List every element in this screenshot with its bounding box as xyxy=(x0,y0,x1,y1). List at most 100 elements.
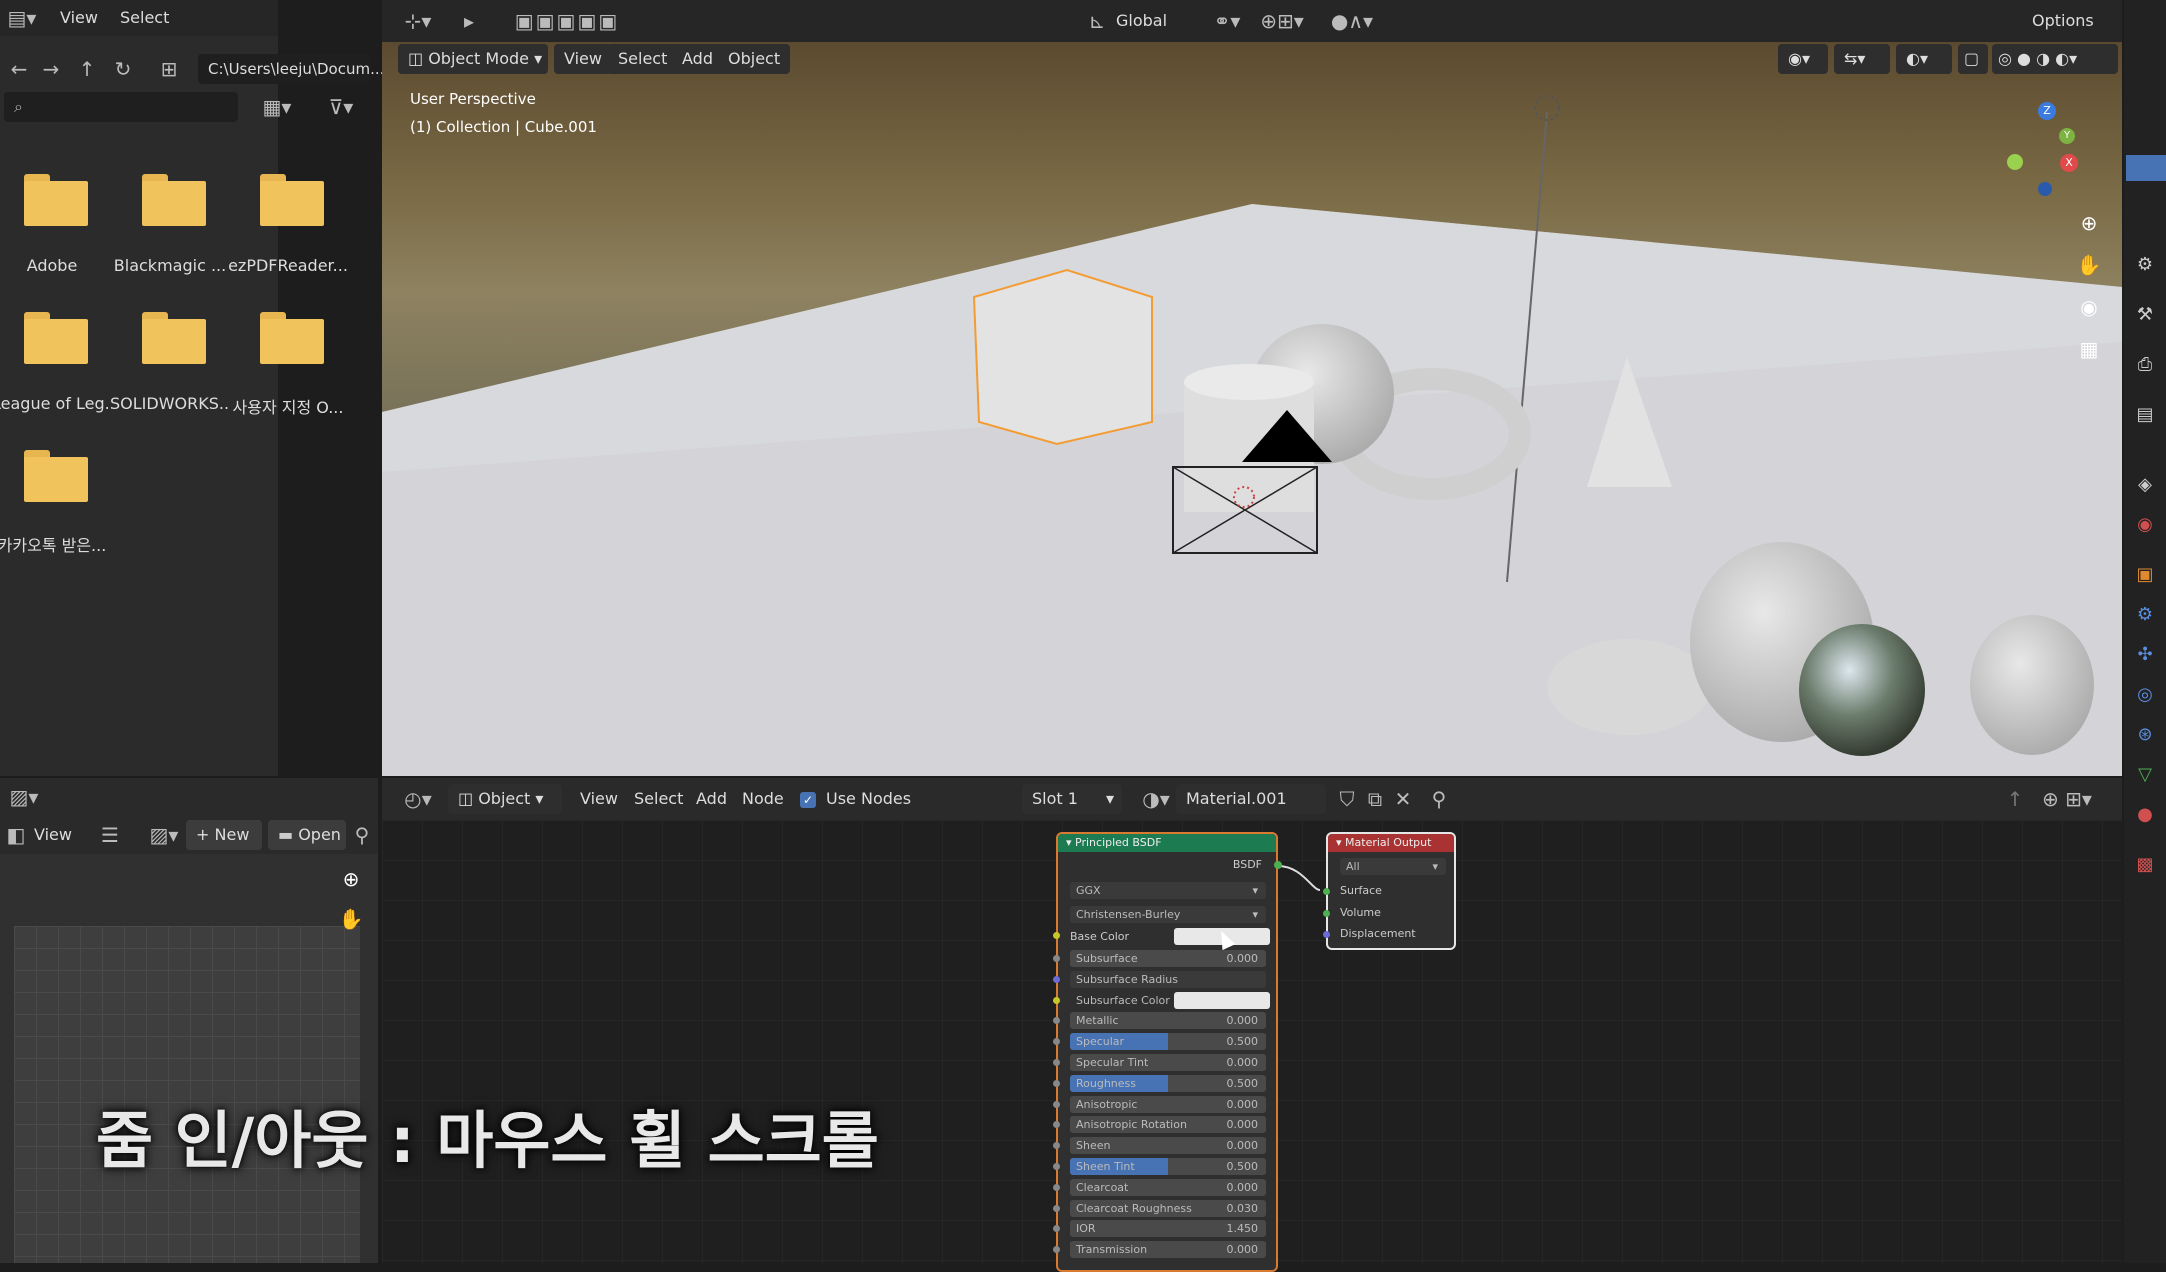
duplicate-icon[interactable]: ⧉ xyxy=(1362,784,1388,814)
bsdf-input-row[interactable]: Sheen 0.000 xyxy=(1053,1137,1266,1155)
scene-tab[interactable]: ◈ xyxy=(2130,470,2160,500)
menu-node[interactable]: Node xyxy=(742,784,784,814)
world-tab[interactable]: ◉ xyxy=(2130,510,2160,540)
menu-object[interactable]: Object xyxy=(718,44,791,74)
refresh-icon[interactable]: ↻ xyxy=(108,54,138,84)
modifier-tab[interactable]: ⚙ xyxy=(2130,600,2160,630)
bsdf-input-row[interactable]: Roughness 0.500 xyxy=(1053,1074,1266,1092)
menu-view[interactable]: View xyxy=(60,3,98,33)
pin-icon[interactable]: ⚲ xyxy=(350,820,374,850)
menu-add[interactable]: Add xyxy=(696,784,727,814)
bsdf-input-row[interactable]: Clearcoat 0.000 xyxy=(1053,1178,1266,1196)
gizmo-toggle[interactable]: ⇆▾ xyxy=(1834,44,1890,74)
editor-type-icon[interactable]: ▨▾ xyxy=(4,782,44,812)
shading-modes[interactable]: ◎ ● ◑ ◐▾ xyxy=(1992,44,2118,74)
snap-icon[interactable]: ⊕⊞▾ xyxy=(1252,6,1312,36)
bsdf-input-row[interactable]: Subsurface Color xyxy=(1053,991,1270,1009)
constraints-tab[interactable]: ⊛ xyxy=(2130,720,2160,750)
bsdf-input-row[interactable]: Subsurface Radius xyxy=(1053,970,1266,988)
distribution-dropdown[interactable]: GGX ▾ xyxy=(1070,882,1266,899)
editor-type-icon[interactable]: ◴▾ xyxy=(396,784,440,814)
folder-item[interactable]: Blackmagic ... xyxy=(110,174,230,304)
image-editor-canvas[interactable]: ⊕ ✋ xyxy=(0,854,378,1263)
new-image-button[interactable]: + New xyxy=(186,820,262,850)
folder-item[interactable]: 사용자 지정 O... xyxy=(228,312,348,442)
menu-view[interactable]: View xyxy=(34,820,72,850)
texture-tab[interactable]: ▩ xyxy=(2130,850,2160,880)
bsdf-input-row[interactable]: Sheen Tint 0.500 xyxy=(1053,1158,1266,1175)
folder-item[interactable]: Adobe xyxy=(0,174,112,304)
particles-tab[interactable]: ✣ xyxy=(2130,640,2160,670)
view-mode-icon[interactable]: ◧ xyxy=(4,820,28,850)
forward-arrow-icon[interactable]: → xyxy=(36,54,66,84)
editor-type-icon[interactable]: ⊹▾ xyxy=(398,6,438,36)
view-layer-tab[interactable]: ▤ xyxy=(2130,400,2160,430)
slot-dropdown[interactable]: Slot 1 ▾ xyxy=(1022,784,1122,814)
object-tab[interactable]: ▣ xyxy=(2130,560,2160,590)
shader-type-dropdown[interactable]: ◫ Object ▾ xyxy=(448,784,562,814)
bsdf-input-row[interactable]: Clearcoat Roughness 0.030 xyxy=(1053,1199,1266,1217)
zoom-icon[interactable]: ⊕ xyxy=(2072,208,2106,238)
menu-select[interactable]: Select xyxy=(608,44,678,74)
subsurface-method-dropdown[interactable]: Christensen-Burley ▾ xyxy=(1070,906,1266,923)
bsdf-input-row[interactable]: Specular Tint 0.000 xyxy=(1053,1054,1266,1071)
display-mode-icon[interactable]: ▦▾ xyxy=(252,92,302,122)
select-tool-icon[interactable]: ▸ xyxy=(454,6,484,36)
material-output-node[interactable]: ▾ Material Output All ▾ Surface Volume Di… xyxy=(1323,832,1456,950)
transform-orientation[interactable]: Global xyxy=(1116,6,1167,36)
navigation-gizmo[interactable]: Z X Y xyxy=(2007,102,2087,202)
menu-view[interactable]: View xyxy=(554,44,612,74)
output-target-dropdown[interactable]: All ▾ xyxy=(1340,858,1446,875)
object-mode-dropdown[interactable]: ◫ Object Mode ▾ xyxy=(398,44,548,74)
hamburger-menu-icon[interactable]: ☰ xyxy=(96,820,124,850)
subsurface-color-swatch[interactable] xyxy=(1174,991,1270,1009)
image-browse-icon[interactable]: ▨▾ xyxy=(146,820,182,850)
xray-toggle[interactable]: ▢ xyxy=(1958,44,1988,74)
camera-icon[interactable]: ◉ xyxy=(2072,292,2106,322)
material-tab[interactable]: ● xyxy=(2130,800,2160,830)
close-icon[interactable]: ✕ xyxy=(1390,784,1416,814)
editor-type-icon[interactable]: ▤▾ xyxy=(4,3,40,33)
folder-item[interactable]: SOLIDWORKS... xyxy=(110,312,230,442)
overlay-toggle[interactable]: ◐▾ xyxy=(1896,44,1952,74)
parent-dir-icon[interactable]: ↑ xyxy=(72,54,102,84)
grid-view-icon[interactable]: ▦ xyxy=(2072,334,2106,364)
bsdf-input-row[interactable]: Specular 0.500 xyxy=(1053,1033,1266,1051)
select-mode-icons[interactable]: ▣▣▣▣▣ xyxy=(502,6,632,36)
bsdf-input-row[interactable]: IOR 1.450 xyxy=(1053,1220,1266,1238)
proportional-edit-icon[interactable]: ●∧▾ xyxy=(1322,6,1382,36)
bsdf-input-row[interactable]: Metallic 0.000 xyxy=(1053,1012,1266,1030)
menu-select[interactable]: Select xyxy=(634,784,683,814)
menu-select[interactable]: Select xyxy=(120,3,169,33)
menu-view[interactable]: View xyxy=(580,784,618,814)
search-input[interactable]: ⌕ xyxy=(4,92,238,122)
open-image-button[interactable]: ▬ Open xyxy=(268,820,346,850)
render-tab[interactable]: ⚙ xyxy=(2130,250,2160,280)
material-browse-icon[interactable]: ◑▾ xyxy=(1136,784,1176,814)
material-name-field[interactable]: Material.001 xyxy=(1176,784,1326,814)
use-nodes-checkbox[interactable]: ✓ xyxy=(800,792,816,808)
bsdf-input-row[interactable]: Transmission 0.000 xyxy=(1053,1241,1266,1259)
new-folder-icon[interactable]: ⊞ xyxy=(154,54,184,84)
pin-icon[interactable]: ⚲ xyxy=(1426,784,1452,814)
node-editor-canvas[interactable]: ▾ Principled BSDF BSDF GGX ▾ Christensen-… xyxy=(382,820,2122,1272)
bsdf-input-row[interactable]: Subsurface 0.000 xyxy=(1053,950,1266,967)
options-button[interactable]: Options xyxy=(2022,6,2104,36)
bsdf-input-row[interactable]: Anisotropic 0.000 xyxy=(1053,1095,1266,1113)
principled-bsdf-node[interactable]: ▾ Principled BSDF BSDF GGX ▾ Christensen-… xyxy=(1053,832,1282,1272)
data-tab[interactable]: ▽ xyxy=(2130,760,2160,790)
pan-hand-icon[interactable]: ✋ xyxy=(2072,250,2106,280)
parent-node-icon[interactable]: ↑ xyxy=(2002,784,2028,814)
folder-item[interactable]: League of Leg... xyxy=(0,312,112,442)
folder-item[interactable]: 카카오톡 받은... xyxy=(0,450,112,580)
folder-item[interactable]: ezPDFReader... xyxy=(228,174,348,304)
menu-add[interactable]: Add xyxy=(672,44,723,74)
back-arrow-icon[interactable]: ← xyxy=(4,54,34,84)
bsdf-input-row[interactable]: Anisotropic Rotation 0.000 xyxy=(1053,1116,1266,1134)
pivot-icon[interactable]: ⚭▾ xyxy=(1202,6,1252,36)
snap-icon[interactable]: ⊕ ⊞▾ xyxy=(2032,784,2102,814)
pan-hand-icon[interactable]: ✋ xyxy=(336,904,366,934)
output-tab[interactable]: ⎙ xyxy=(2130,350,2160,380)
filter-icon[interactable]: ⊽▾ xyxy=(316,92,366,122)
tool-tab[interactable]: ⚒ xyxy=(2130,300,2160,330)
